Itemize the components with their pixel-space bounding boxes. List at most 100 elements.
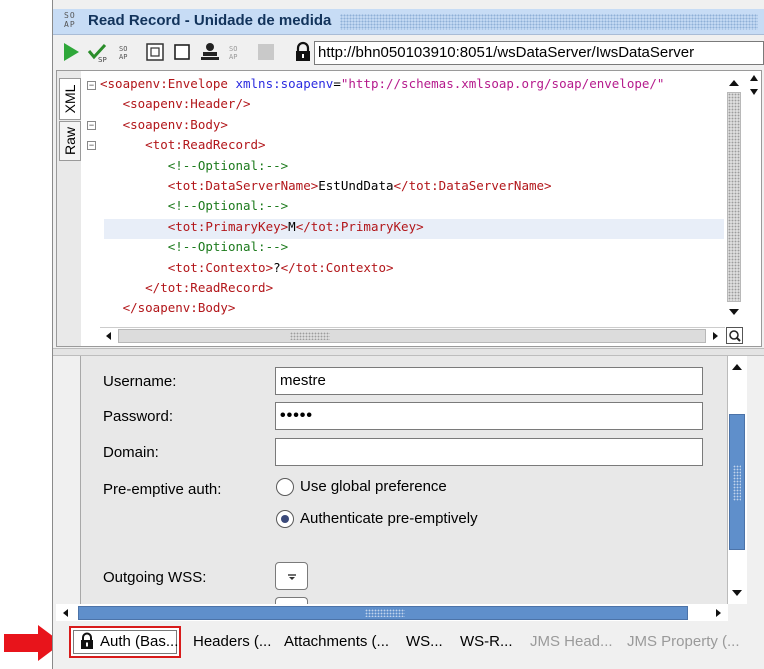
user-icon[interactable] bbox=[199, 41, 221, 63]
soap-logo-icon: SO AP bbox=[64, 11, 76, 29]
scroll-left-icon[interactable] bbox=[103, 330, 115, 342]
svg-text:SO: SO bbox=[119, 45, 127, 53]
code-token: xmlns:soapenv bbox=[235, 76, 334, 91]
radio-use-global-preference[interactable] bbox=[276, 478, 294, 496]
code-token: </tot:PrimaryKey> bbox=[295, 218, 424, 234]
incoming-wss-dropdown[interactable] bbox=[275, 597, 308, 604]
radio-authenticate-preemptively-label[interactable]: Authenticate pre-emptively bbox=[300, 510, 478, 527]
scroll-up-icon[interactable] bbox=[730, 360, 744, 374]
fold-gutter bbox=[84, 72, 100, 334]
tab-ws-r[interactable]: WS-R... bbox=[460, 633, 513, 650]
username-label: Username: bbox=[103, 373, 177, 390]
code-token: </tot:ReadRecord> bbox=[145, 280, 274, 295]
code-token: <tot:Contexto> bbox=[167, 259, 274, 275]
code-token: <soapenv:Body> bbox=[122, 116, 228, 132]
svg-text:SP: SP bbox=[98, 56, 107, 63]
editor-vertical-scroll-thumb[interactable] bbox=[727, 92, 741, 302]
editor-horizontal-scroll-thumb[interactable] bbox=[118, 329, 706, 343]
code-token: <!--Optional:--> bbox=[167, 157, 289, 173]
password-field[interactable]: ••••• bbox=[275, 402, 703, 430]
outgoing-wss-label: Outgoing WSS: bbox=[103, 569, 207, 586]
scroll-grip bbox=[290, 332, 330, 340]
code-line[interactable]: <soapenv:Header/> bbox=[100, 94, 251, 114]
code-line[interactable]: <!--Optional:--> bbox=[100, 196, 288, 216]
code-line[interactable]: </tot:ReadRecord> bbox=[100, 278, 273, 298]
radio-use-global-preference-label[interactable]: Use global preference bbox=[300, 478, 447, 495]
scroll-right-icon[interactable] bbox=[712, 607, 724, 619]
domain-field[interactable] bbox=[275, 438, 703, 466]
tab-headers[interactable]: Headers (... bbox=[193, 633, 271, 650]
code-line[interactable]: <tot:ReadRecord> bbox=[100, 135, 266, 155]
code-line[interactable]: <!--Optional:--> bbox=[100, 237, 288, 257]
scroll-left-icon[interactable] bbox=[60, 607, 72, 619]
tab-attachments[interactable]: Attachments (... bbox=[284, 633, 389, 650]
check-green-icon[interactable]: SP bbox=[86, 41, 108, 63]
soap-gray-icon[interactable]: SOAP bbox=[226, 41, 248, 63]
panel-splitter[interactable] bbox=[53, 348, 764, 356]
scroll-up-icon[interactable] bbox=[727, 76, 741, 90]
window-icon[interactable] bbox=[171, 41, 193, 63]
fold-toggle-icon[interactable]: − bbox=[87, 141, 96, 150]
code-token: = bbox=[333, 76, 341, 91]
play-icon[interactable] bbox=[60, 41, 82, 63]
code-line[interactable]: <!--Optional:--> bbox=[100, 156, 288, 176]
domain-label: Domain: bbox=[103, 444, 159, 461]
tab-xml[interactable]: XML bbox=[59, 78, 81, 120]
code-token: </tot:DataServerName> bbox=[393, 178, 552, 193]
svg-text:AP: AP bbox=[229, 53, 237, 61]
soap-small-icon[interactable]: SOAP bbox=[116, 41, 138, 63]
fold-toggle-icon[interactable]: − bbox=[87, 81, 96, 90]
svg-text:SO: SO bbox=[229, 45, 237, 53]
scroll-grip bbox=[365, 609, 405, 617]
tab-xml-label: XML bbox=[62, 84, 78, 114]
fold-toggle-icon[interactable]: − bbox=[87, 121, 96, 130]
window-title: Read Record - Unidade de medida bbox=[88, 12, 332, 29]
scroll-down-icon[interactable] bbox=[730, 586, 744, 600]
lock-icon bbox=[296, 41, 310, 61]
code-line[interactable]: <soapenv:Envelope xmlns:soapenv="http://… bbox=[100, 74, 664, 94]
tab-jms-headers: JMS Head... bbox=[530, 633, 613, 650]
title-bar-grip bbox=[340, 14, 758, 30]
tab-auth-label[interactable]: Auth (Bas... bbox=[100, 633, 178, 650]
tab-jms-property: JMS Property (... bbox=[627, 633, 740, 650]
code-line[interactable]: <soapenv:Body> bbox=[100, 115, 228, 135]
code-token: ? bbox=[273, 259, 281, 275]
endpoint-url-input[interactable]: http://bhn050103910:8051/wsDataServer/Iw… bbox=[314, 41, 764, 65]
code-token: <soapenv:Header/> bbox=[122, 96, 251, 112]
scroll-right-icon[interactable] bbox=[709, 330, 721, 342]
collapse-panel-icon[interactable] bbox=[747, 72, 761, 98]
code-token: </tot:Contexto> bbox=[280, 259, 394, 275]
lock-icon bbox=[81, 632, 93, 649]
username-field[interactable]: mestre bbox=[275, 367, 703, 395]
code-token: <tot:ReadRecord> bbox=[145, 137, 266, 153]
code-token: EstUndData bbox=[318, 178, 394, 193]
scroll-down-icon[interactable] bbox=[727, 305, 741, 319]
code-token: <!--Optional:--> bbox=[167, 198, 289, 214]
chevron-down-icon bbox=[288, 574, 296, 580]
scroll-grip bbox=[733, 465, 741, 501]
code-line[interactable]: <tot:DataServerName>EstUndData</tot:Data… bbox=[100, 176, 552, 196]
preemptive-auth-label: Pre-emptive auth: bbox=[103, 481, 222, 498]
code-line[interactable]: <tot:PrimaryKey>M</tot:PrimaryKey> bbox=[100, 217, 424, 237]
code-line[interactable]: <tot:Contexto>?</tot:Contexto> bbox=[100, 258, 394, 278]
zoom-icon[interactable] bbox=[726, 327, 743, 344]
code-token: M bbox=[288, 218, 296, 234]
code-token: <tot:DataServerName> bbox=[167, 178, 319, 193]
code-line[interactable]: </soapenv:Body> bbox=[100, 298, 236, 318]
tab-raw[interactable]: Raw bbox=[59, 121, 81, 161]
radio-authenticate-preemptively[interactable] bbox=[276, 510, 294, 528]
expand-window-icon[interactable] bbox=[144, 41, 166, 63]
tab-raw-label: Raw bbox=[62, 126, 78, 156]
tab-ws[interactable]: WS... bbox=[406, 633, 443, 650]
outgoing-wss-dropdown[interactable] bbox=[275, 562, 308, 590]
stop-icon[interactable] bbox=[255, 41, 277, 63]
xml-code-area[interactable]: <soapenv:Envelope xmlns:soapenv="http://… bbox=[100, 74, 724, 332]
